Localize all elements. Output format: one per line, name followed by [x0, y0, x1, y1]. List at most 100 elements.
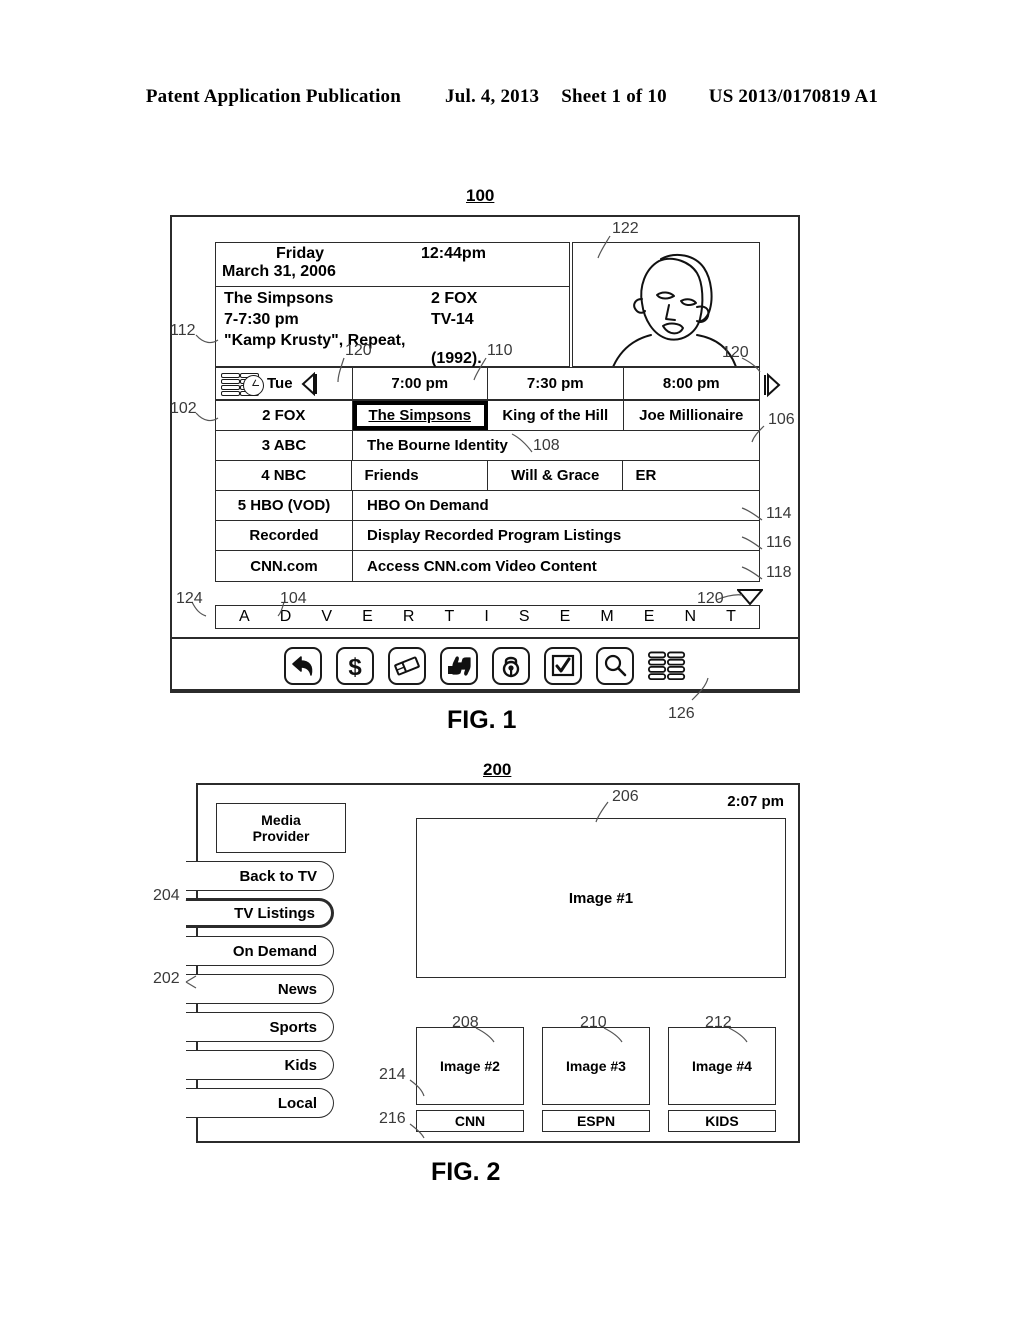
- grid-row-4: Recorded Display Recorded Program Listin…: [216, 521, 759, 551]
- ref-108: 108: [533, 437, 560, 454]
- grid-row-0: 2 FOX The Simpsons King of the Hill Joe …: [216, 401, 759, 431]
- grid-program-2-2[interactable]: ER: [623, 461, 759, 490]
- info-program-time: 7-7:30 pm: [224, 311, 299, 328]
- ref-216: 216: [379, 1110, 406, 1127]
- grid-program-0-2[interactable]: Joe Millionaire: [624, 401, 760, 430]
- menu-item-news[interactable]: News: [186, 974, 334, 1004]
- figure1-reference-100: 100: [466, 186, 495, 205]
- grid-channel-1[interactable]: 3 ABC: [216, 431, 353, 460]
- grid-header-row: Tue 7:00 pm 7:30 pm 8:00 pm: [216, 368, 759, 401]
- ticket-icon[interactable]: [388, 647, 426, 685]
- listings-grid-icon: [221, 372, 264, 396]
- figure1-interactive-program-guide: Friday March 31, 2006 12:44pm The Simpso…: [170, 215, 800, 693]
- ref-104: 104: [280, 590, 307, 607]
- menu-item-kids[interactable]: Kids: [186, 1050, 334, 1080]
- ad-letter-0: A: [239, 608, 250, 625]
- ref-214: 214: [379, 1066, 406, 1083]
- page-right-button[interactable]: [764, 369, 788, 400]
- ref-120-b: 120: [722, 344, 749, 361]
- grid-time-slot-2[interactable]: 8:00 pm: [624, 368, 760, 399]
- thumbnail-tile-3[interactable]: Image #4: [668, 1027, 776, 1105]
- grid-row-5: CNN.com Access CNN.com Video Content: [216, 551, 759, 581]
- info-clock-time: 12:44pm: [421, 245, 486, 262]
- info-day: Friday: [276, 245, 325, 262]
- publication-header: Patent Application Publication Jul. 4, 2…: [0, 86, 1024, 108]
- ref-120-a: 120: [345, 342, 372, 359]
- dollar-icon[interactable]: $: [336, 647, 374, 685]
- ad-letter-11: N: [684, 608, 696, 625]
- ad-letter-10: E: [643, 608, 655, 625]
- advertisement-banner[interactable]: A D V E R T I S E M E N T: [215, 605, 760, 629]
- grid-program-4-0[interactable]: Display Recorded Program Listings: [353, 521, 759, 550]
- grid-program-2-1[interactable]: Will & Grace: [488, 461, 624, 490]
- listings-grid-icon[interactable]: [648, 647, 686, 685]
- figure2-media-provider-menu: Media Provider 2:07 pm Back to TV TV Lis…: [186, 783, 800, 1143]
- grid-row-3: 5 HBO (VOD) HBO On Demand: [216, 491, 759, 521]
- program-info-panel: Friday March 31, 2006 12:44pm The Simpso…: [215, 242, 570, 367]
- grid-time-slot-1[interactable]: 7:30 pm: [488, 368, 624, 399]
- grid-program-2-0[interactable]: Friends: [352, 461, 488, 490]
- grid-channel-2[interactable]: 4 NBC: [216, 461, 353, 490]
- back-arrow-icon[interactable]: [284, 647, 322, 685]
- thumbnail-label-2[interactable]: ESPN: [542, 1110, 650, 1132]
- figure1-caption: FIG. 1: [447, 706, 517, 734]
- page-left-button[interactable]: [301, 371, 317, 396]
- clock-icon: [243, 374, 264, 396]
- ref-204: 204: [153, 887, 180, 904]
- patent-sheet: Patent Application Publication Jul. 4, 2…: [0, 0, 1024, 1320]
- ref-110: 110: [487, 342, 513, 359]
- ref-126: 126: [668, 705, 695, 722]
- ad-letter-7: S: [518, 608, 530, 625]
- ad-letter-2: V: [321, 608, 333, 625]
- ref-118: 118: [766, 564, 792, 581]
- thumbnail-label-3[interactable]: KIDS: [668, 1110, 776, 1132]
- menu-item-local[interactable]: Local: [186, 1088, 334, 1118]
- scroll-down-icon[interactable]: [737, 589, 763, 605]
- ref-206: 206: [612, 788, 639, 805]
- menu-item-tv-listings[interactable]: TV Listings: [186, 898, 334, 928]
- clock-time: 2:07 pm: [727, 793, 784, 810]
- ref-112: 112: [170, 322, 196, 339]
- ref-116: 116: [766, 534, 792, 551]
- provider-line-2: Provider: [252, 828, 310, 844]
- ad-letter-4: R: [402, 608, 415, 625]
- thumbs-up-down-icon[interactable]: [440, 647, 478, 685]
- grid-program-3-0[interactable]: HBO On Demand: [353, 491, 759, 520]
- search-icon[interactable]: [596, 647, 634, 685]
- info-program-description: "Kamp Krusty", Repeat,: [224, 332, 406, 349]
- publication-date: Jul. 4, 2013: [445, 86, 540, 107]
- grid-day-label: Tue: [267, 375, 293, 392]
- function-toolbar: $: [172, 639, 798, 693]
- menu-item-back-to-tv[interactable]: Back to TV: [186, 861, 334, 891]
- ad-letter-8: E: [559, 608, 571, 625]
- ref-106: 106: [768, 411, 795, 428]
- grid-channel-4[interactable]: Recorded: [216, 521, 353, 550]
- lock-icon[interactable]: [492, 647, 530, 685]
- grid-program-0-1[interactable]: King of the Hill: [488, 401, 624, 430]
- thumbnail-tile-1[interactable]: Image #2: [416, 1027, 524, 1105]
- ref-208: 208: [452, 1014, 479, 1031]
- menu-item-on-demand[interactable]: On Demand: [186, 936, 334, 966]
- grid-program-highlighted[interactable]: The Simpsons: [352, 401, 488, 430]
- info-program-title: The Simpsons: [224, 290, 334, 307]
- main-image-tile[interactable]: Image #1: [416, 818, 786, 978]
- grid-time-slot-0[interactable]: 7:00 pm: [353, 368, 489, 399]
- ref-120-c: 120: [697, 590, 724, 607]
- document-number: US 2013/0170819 A1: [708, 86, 879, 107]
- menu-item-sports[interactable]: Sports: [186, 1012, 334, 1042]
- grid-channel-0[interactable]: 2 FOX: [216, 401, 353, 430]
- info-program-rating: TV-14: [431, 311, 474, 328]
- ref-114: 114: [766, 505, 792, 522]
- thumbnail-tile-2[interactable]: Image #3: [542, 1027, 650, 1105]
- grid-program-5-0[interactable]: Access CNN.com Video Content: [353, 551, 759, 581]
- ref-124: 124: [176, 590, 203, 607]
- chevron-right-icon: [764, 372, 781, 397]
- ad-letter-9: M: [600, 608, 614, 625]
- checkbox-icon[interactable]: [544, 647, 582, 685]
- sheet-number: Sheet 1 of 10: [561, 86, 667, 107]
- thumbnail-label-1[interactable]: CNN: [416, 1110, 524, 1132]
- grid-channel-3[interactable]: 5 HBO (VOD): [216, 491, 353, 520]
- grid-channel-5[interactable]: CNN.com: [216, 551, 353, 581]
- publication-title: Patent Application Publication: [145, 86, 402, 107]
- grid-header-day-cell[interactable]: Tue: [216, 368, 353, 399]
